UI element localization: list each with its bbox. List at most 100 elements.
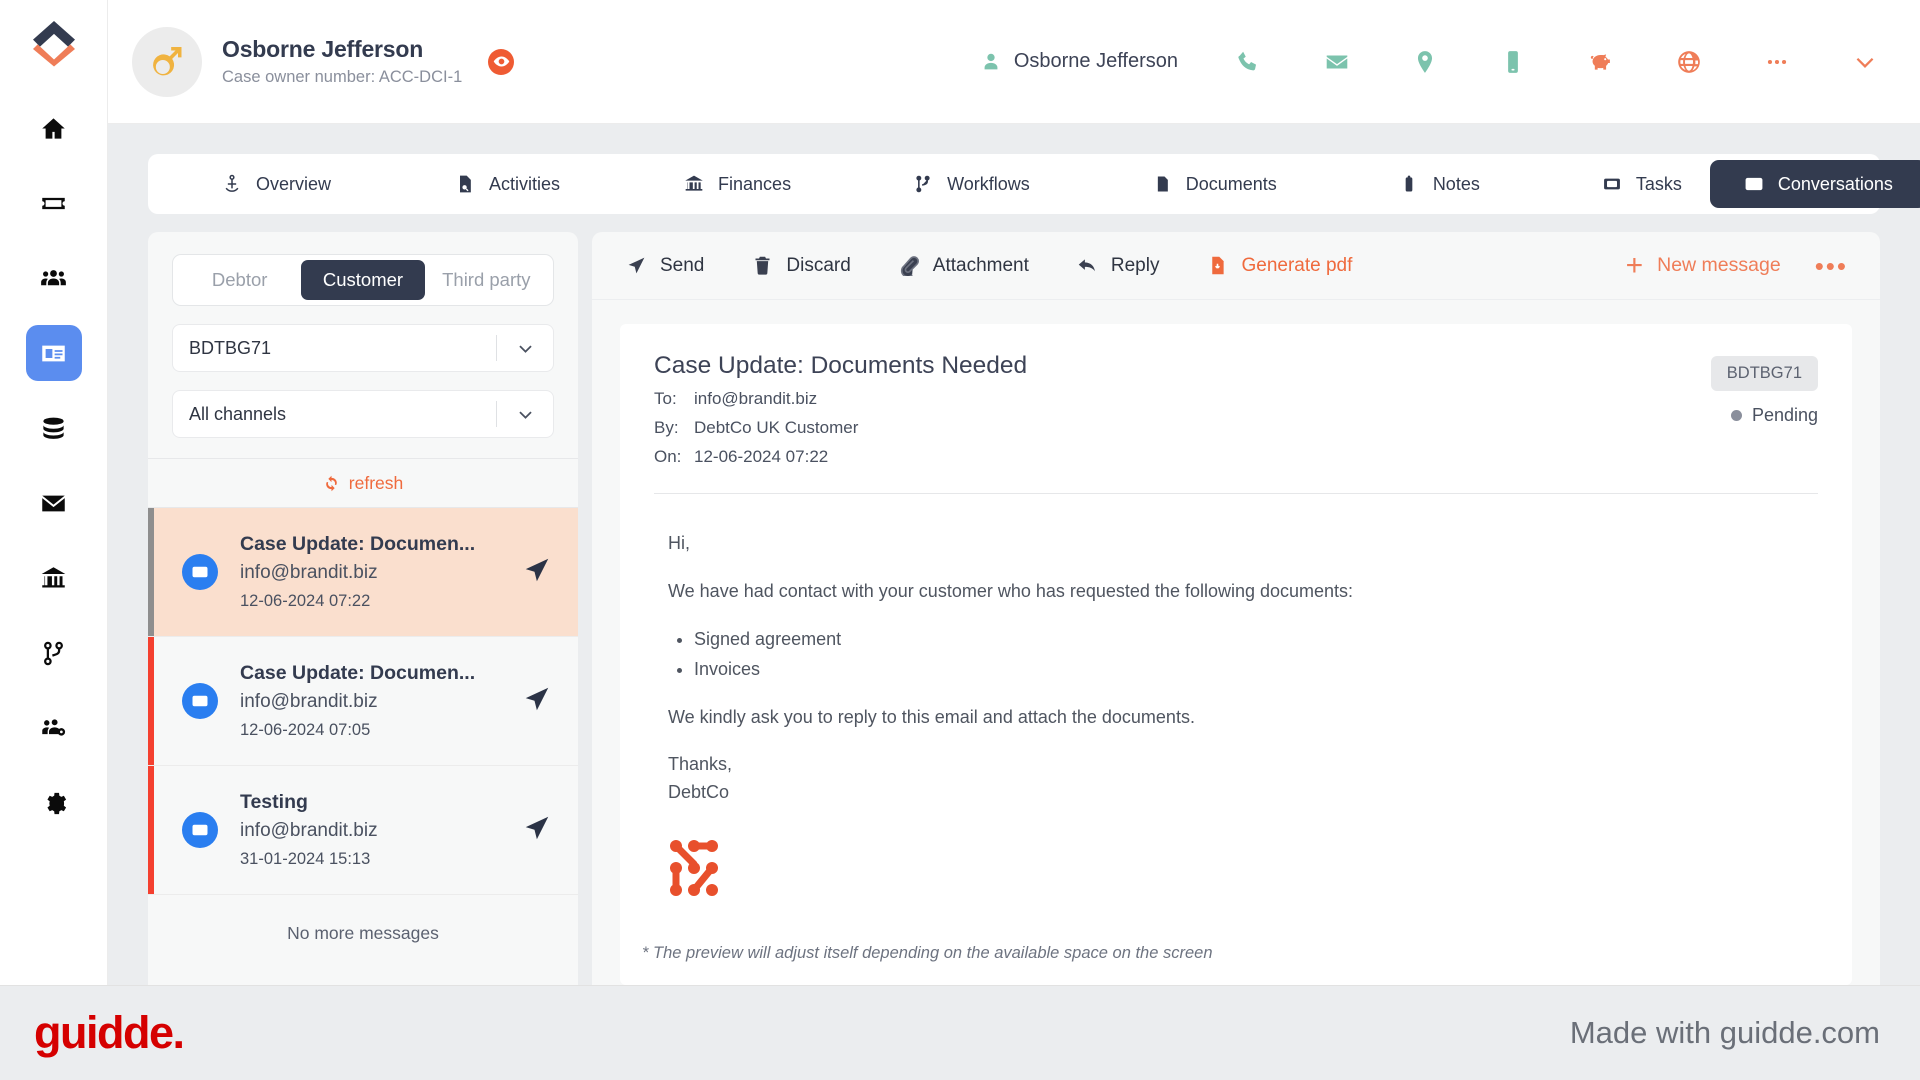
- email-signoff: Thanks,: [668, 754, 733, 775]
- tab-notes[interactable]: Notes: [1371, 160, 1508, 208]
- section-tabs: Overview Activities Finances Workflows D…: [148, 154, 1920, 214]
- sidebar-item-workflows[interactable]: [26, 625, 82, 681]
- sidebar-item-bank[interactable]: [26, 550, 82, 606]
- reply-arrow-icon: [1078, 259, 1095, 272]
- more-dots-icon[interactable]: [1762, 47, 1792, 77]
- list-filters: Debtor Customer Third party BDTBG71 All …: [148, 232, 578, 458]
- refresh-button[interactable]: refresh: [148, 458, 578, 508]
- sidebar-item-mail[interactable]: [26, 475, 82, 531]
- sidebar-item-people[interactable]: [26, 250, 82, 306]
- avatar: [132, 26, 202, 97]
- content-area: Overview Activities Finances Workflows D…: [108, 124, 1920, 985]
- app-logo-icon[interactable]: [26, 14, 82, 70]
- email-meta: Case Update: Documents Needed To: info@b…: [654, 352, 1711, 467]
- send-icon: [522, 813, 552, 848]
- status-label: Pending: [1751, 405, 1818, 425]
- tab-activities[interactable]: Activities: [427, 160, 588, 208]
- location-pin-icon[interactable]: [1410, 47, 1440, 77]
- sidebar-item-settings[interactable]: [26, 775, 82, 831]
- eye-icon[interactable]: [488, 48, 515, 75]
- preview-footnote: * The preview will adjust itself dependi…: [642, 944, 1213, 962]
- home-icon: [42, 117, 65, 139]
- party-segmented-control: Debtor Customer Third party: [172, 254, 554, 306]
- globe-icon[interactable]: [1674, 47, 1704, 77]
- message-subject: Case Update: Documen...: [240, 662, 476, 684]
- attachment-button[interactable]: Attachment: [899, 255, 1029, 277]
- tasks-icon: [1603, 178, 1620, 190]
- header-user[interactable]: Osborne Jefferson: [980, 50, 1178, 73]
- tab-finances[interactable]: Finances: [656, 160, 819, 208]
- message-from: info@brandit.biz: [240, 820, 378, 841]
- tab-documents[interactable]: Documents: [1124, 160, 1305, 208]
- chevron-down-icon[interactable]: [497, 339, 553, 358]
- attachment-label: Attachment: [932, 254, 1029, 276]
- discard-button[interactable]: Discard: [752, 255, 851, 277]
- tab-label: Conversations: [1777, 173, 1893, 194]
- more-dots-icon[interactable]: •••: [1815, 253, 1848, 279]
- header-action-icons: [1234, 47, 1880, 77]
- segment-customer[interactable]: Customer: [301, 260, 425, 300]
- send-icon: [522, 684, 552, 719]
- email-status-area: BDTBG71 Pending: [1710, 352, 1818, 467]
- tab-tasks[interactable]: Tasks: [1574, 160, 1710, 208]
- header-user-name: Osborne Jefferson: [1013, 50, 1178, 72]
- sidebar-item-home[interactable]: [26, 100, 82, 156]
- email-on-value: 12-06-2024 07:22: [694, 447, 829, 466]
- tab-workflows[interactable]: Workflows: [885, 160, 1058, 208]
- envelope-icon: [182, 683, 218, 719]
- document-search-icon: [460, 175, 471, 193]
- email-on-label: On:: [654, 447, 682, 466]
- segment-debtor[interactable]: Debtor: [178, 260, 301, 300]
- tab-conversations[interactable]: Conversations: [1709, 160, 1920, 208]
- envelope-icon: [182, 812, 218, 848]
- case-identity: Osborne Jefferson Case owner number: ACC…: [222, 36, 462, 87]
- git-branch-icon: [916, 175, 930, 193]
- sidebar-item-cases[interactable]: [26, 175, 82, 231]
- tab-overview[interactable]: Overview: [194, 160, 359, 208]
- list-item[interactable]: Testing info@brandit.biz 31-01-2024 15:1…: [148, 766, 578, 895]
- message-date: 31-01-2024 15:13: [240, 850, 371, 868]
- list-item[interactable]: Case Update: Documen... info@brandit.biz…: [148, 637, 578, 766]
- git-branch-icon: [44, 641, 63, 665]
- sidebar-item-contacts[interactable]: [25, 325, 82, 381]
- email-to-row: To: info@brandit.biz: [654, 389, 1711, 409]
- database-icon: [43, 417, 64, 439]
- users-icon: [41, 269, 66, 285]
- bank-icon: [41, 566, 66, 587]
- email-icon[interactable]: [1322, 47, 1352, 77]
- case-select-value: BDTBG71: [189, 337, 272, 358]
- message-detail-pane: Send Discard Attachment Reply Generate p…: [592, 232, 1880, 985]
- mobile-icon[interactable]: [1498, 47, 1528, 77]
- reply-button[interactable]: Reply: [1077, 255, 1159, 277]
- folder-icon: [1157, 176, 1168, 192]
- segment-third-party[interactable]: Third party: [425, 260, 548, 300]
- chevron-down-icon[interactable]: [497, 405, 553, 424]
- chevron-down-icon[interactable]: [1850, 47, 1880, 77]
- send-button[interactable]: Send: [626, 255, 704, 277]
- new-message-label: New message: [1657, 254, 1781, 276]
- sidebar-item-team[interactable]: [26, 700, 82, 756]
- list-item[interactable]: Case Update: Documen... info@brandit.biz…: [148, 508, 578, 637]
- email-intro: We have had contact with your customer w…: [668, 580, 1354, 601]
- generate-pdf-label: Generate pdf: [1241, 254, 1353, 276]
- message-subject: Case Update: Documen...: [240, 533, 476, 555]
- tab-label: Notes: [1432, 173, 1480, 194]
- gear-icon: [47, 792, 67, 814]
- pdf-download-icon: [1212, 256, 1225, 275]
- status-dot-icon: [1730, 410, 1742, 421]
- envelope-icon: [182, 554, 218, 590]
- sidebar-item-database[interactable]: [26, 400, 82, 456]
- tab-label: Finances: [718, 173, 792, 194]
- email-to-value: info@brandit.biz: [694, 389, 818, 408]
- email-by-label: By:: [654, 418, 679, 437]
- phone-icon[interactable]: [1234, 47, 1264, 77]
- channel-select[interactable]: All channels: [172, 390, 554, 438]
- generate-pdf-button[interactable]: Generate pdf: [1207, 255, 1352, 277]
- made-with-guidde-label: Made with guidde.com: [1569, 1015, 1880, 1050]
- tab-label: Overview: [256, 173, 332, 194]
- piggy-bank-icon[interactable]: [1586, 47, 1616, 77]
- anchor-icon: [225, 174, 239, 192]
- email-subject: Case Update: Documents Needed: [654, 352, 1028, 379]
- case-select[interactable]: BDTBG71: [172, 324, 554, 372]
- new-message-button[interactable]: + New message: [1626, 250, 1781, 281]
